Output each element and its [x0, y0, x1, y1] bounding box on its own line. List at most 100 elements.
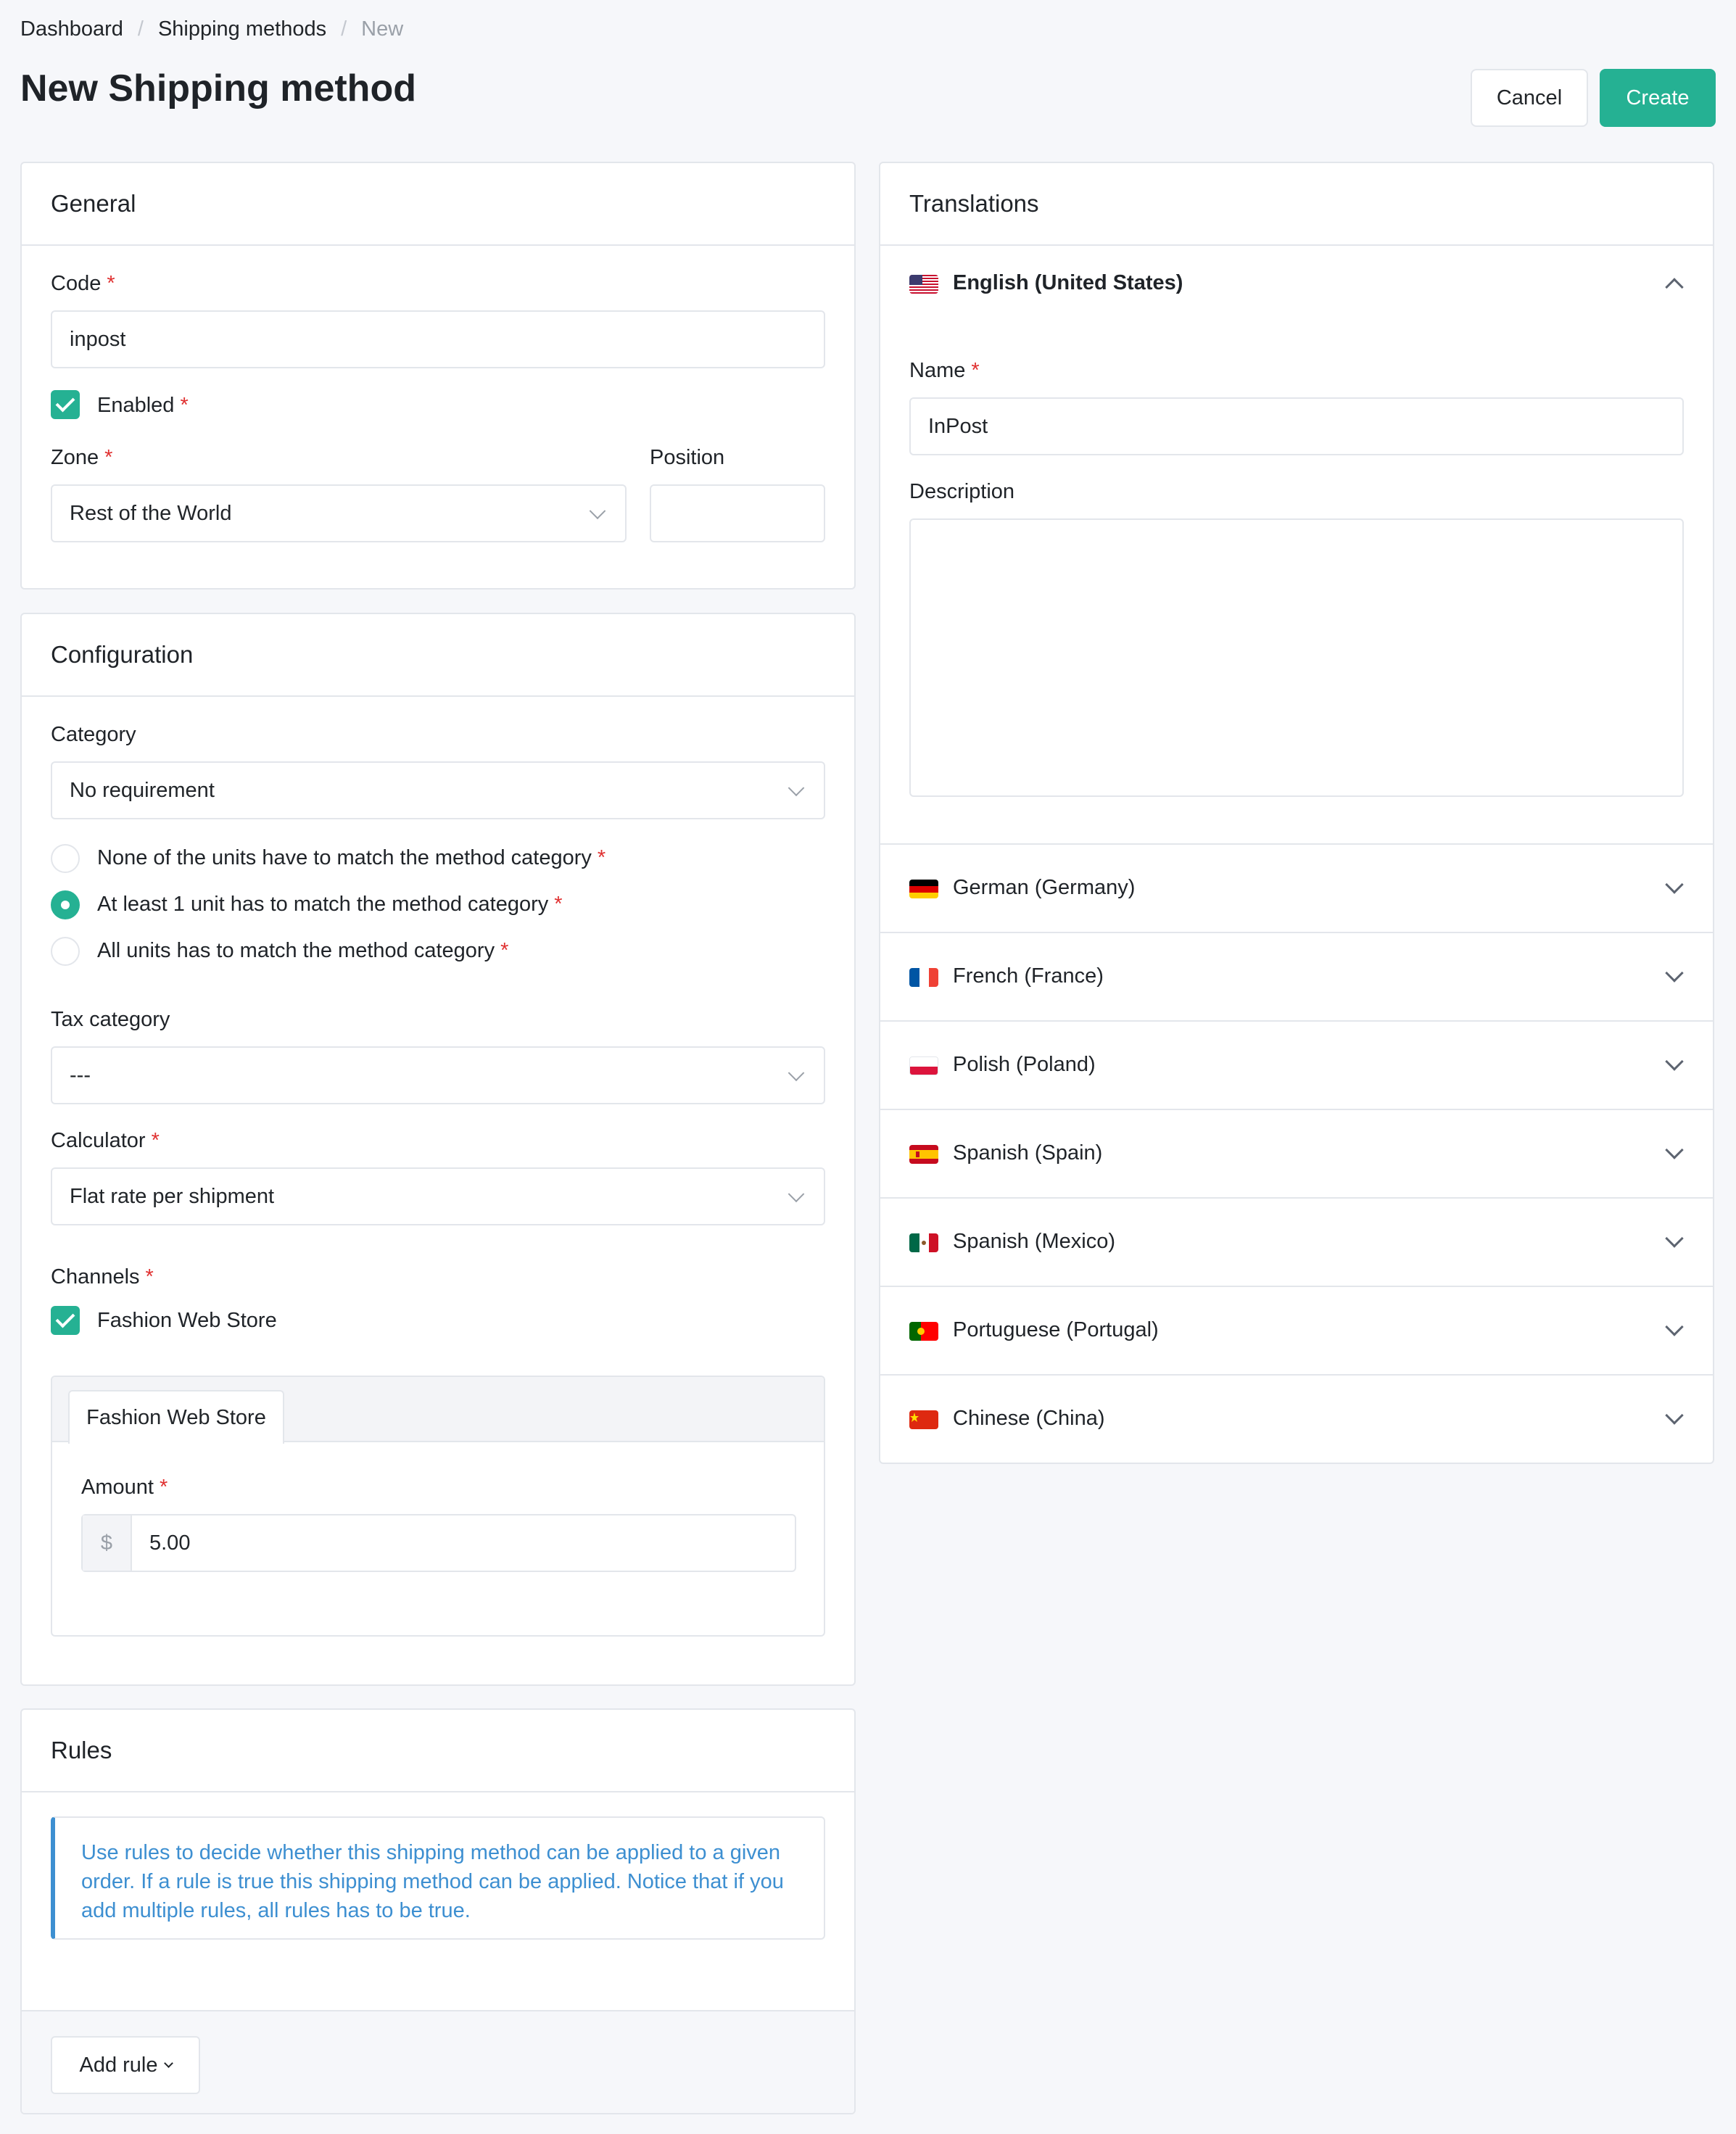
- category-select-value: No requirement: [70, 778, 215, 802]
- mx-flag-icon: [909, 1233, 938, 1252]
- position-input[interactable]: [650, 484, 825, 542]
- locale-row-spanish-spain[interactable]: Spanish (Spain): [880, 1109, 1713, 1197]
- name-input[interactable]: InPost: [909, 397, 1684, 455]
- chevron-down-icon: [788, 1064, 805, 1082]
- breadcrumb-separator: /: [137, 17, 144, 41]
- category-requirement-all-radio[interactable]: [51, 937, 80, 966]
- rules-card: Rules Use rules to decide whether this s…: [20, 1708, 856, 2114]
- option-text: At least 1 unit has to match the method …: [97, 893, 549, 916]
- chevron-down-icon: [163, 2058, 173, 2068]
- tax-category-label: Tax category: [51, 1008, 170, 1031]
- add-rule-button[interactable]: Add rule: [51, 2036, 200, 2094]
- chevron-up-icon: [1665, 278, 1684, 297]
- code-label-text: Code: [51, 272, 102, 295]
- fr-flag-icon: [909, 968, 938, 987]
- calculator-select-value: Flat rate per shipment: [70, 1184, 275, 1208]
- configuration-card: Configuration Category No requirement No…: [20, 613, 856, 1686]
- category-select[interactable]: No requirement: [51, 761, 825, 819]
- required-marker: *: [500, 939, 509, 962]
- chevron-down-icon: [589, 503, 606, 520]
- enabled-checkbox[interactable]: [51, 390, 80, 419]
- locale-row-french[interactable]: French (France): [880, 932, 1713, 1020]
- chevron-down-icon: [1665, 1052, 1684, 1071]
- category-requirement-none-radio[interactable]: [51, 844, 80, 873]
- locale-label: Spanish (Spain): [953, 1141, 1103, 1165]
- chevron-down-icon: [788, 1186, 805, 1203]
- general-card: General Code * inpost Enabled * Zone * Rest…: [20, 162, 856, 590]
- calculator-label-text: Calculator: [51, 1129, 146, 1152]
- general-card-title: General: [22, 163, 854, 246]
- chevron-down-icon: [1665, 1229, 1684, 1248]
- breadcrumb-shipping-methods[interactable]: Shipping methods: [158, 17, 326, 41]
- enabled-label: Enabled *: [97, 394, 189, 418]
- locale-label: German (Germany): [953, 876, 1136, 899]
- us-flag-icon: [909, 275, 938, 294]
- required-marker: *: [597, 846, 606, 869]
- enabled-label-text: Enabled: [97, 394, 175, 417]
- channel-tab-label: Fashion Web Store: [86, 1405, 266, 1429]
- pt-flag-icon: [909, 1322, 938, 1341]
- locale-row-spanish-mexico[interactable]: Spanish (Mexico): [880, 1197, 1713, 1286]
- amount-label-text: Amount: [81, 1476, 154, 1499]
- description-textarea[interactable]: [909, 518, 1684, 797]
- configuration-card-title: Configuration: [22, 614, 854, 697]
- code-input[interactable]: inpost: [51, 310, 825, 368]
- position-label: Position: [650, 446, 725, 469]
- translations-card: Translations English (United States) Nam…: [879, 162, 1714, 1464]
- amount-input-group: $ 5.00: [81, 1514, 796, 1572]
- chevron-down-icon: [1665, 964, 1684, 983]
- locale-label-english: English (United States): [953, 271, 1183, 294]
- breadcrumb-dashboard[interactable]: Dashboard: [20, 17, 123, 41]
- option-text: All units has to match the method catego…: [97, 939, 495, 962]
- required-marker: *: [554, 893, 563, 916]
- locale-label: Portuguese (Portugal): [953, 1318, 1159, 1341]
- category-requirement-none-label: None of the units have to match the meth…: [97, 846, 605, 870]
- rules-info-alert: Use rules to decide whether this shippin…: [51, 1816, 825, 1940]
- channels-label: Channels *: [51, 1265, 154, 1289]
- locale-row-portuguese[interactable]: Portuguese (Portugal): [880, 1286, 1713, 1374]
- breadcrumb: Dashboard / Shipping methods / New: [20, 17, 403, 41]
- calculator-select[interactable]: Flat rate per shipment: [51, 1167, 825, 1225]
- rules-info-text: Use rules to decide whether this shippin…: [81, 1841, 784, 1922]
- code-label: Code *: [51, 272, 115, 296]
- locale-row-english[interactable]: English (United States): [880, 246, 1713, 318]
- calculator-label: Calculator *: [51, 1129, 160, 1153]
- description-label: Description: [909, 480, 1015, 503]
- locale-label: Chinese (China): [953, 1407, 1105, 1430]
- locale-label: Polish (Poland): [953, 1053, 1096, 1076]
- zone-label-text: Zone: [51, 446, 99, 469]
- tax-category-select[interactable]: ---: [51, 1046, 825, 1104]
- create-button[interactable]: Create: [1600, 69, 1716, 127]
- locale-label: Spanish (Mexico): [953, 1230, 1116, 1253]
- name-label: Name *: [909, 359, 980, 383]
- translations-card-title: Translations: [880, 163, 1713, 246]
- category-requirement-any-label: At least 1 unit has to match the method …: [97, 893, 563, 917]
- required-marker: *: [971, 359, 980, 382]
- chevron-down-icon: [1665, 1318, 1684, 1336]
- locale-row-german[interactable]: German (Germany): [880, 843, 1713, 932]
- chevron-down-icon: [1665, 1141, 1684, 1159]
- channel-checkbox-label: Fashion Web Store: [97, 1309, 277, 1332]
- amount-input[interactable]: 5.00: [132, 1515, 795, 1571]
- cancel-button[interactable]: Cancel: [1471, 69, 1588, 127]
- zone-label: Zone *: [51, 446, 112, 470]
- zone-select[interactable]: Rest of the World: [51, 484, 627, 542]
- category-requirement-all-label: All units has to match the method catego…: [97, 939, 508, 963]
- currency-addon: $: [83, 1515, 132, 1571]
- page-title: New Shipping method: [20, 67, 416, 109]
- zone-select-value: Rest of the World: [70, 501, 232, 525]
- locale-row-polish[interactable]: Polish (Poland): [880, 1020, 1713, 1109]
- locale-row-chinese[interactable]: Chinese (China): [880, 1374, 1713, 1463]
- channel-tab[interactable]: Fashion Web Store: [68, 1390, 284, 1444]
- channel-checkbox[interactable]: [51, 1306, 80, 1335]
- channels-label-text: Channels: [51, 1265, 140, 1289]
- required-marker: *: [159, 1476, 168, 1499]
- required-marker: *: [151, 1129, 160, 1152]
- category-requirement-any-radio[interactable]: [51, 890, 80, 919]
- add-rule-label: Add rule: [79, 2053, 158, 2077]
- chevron-down-icon: [1665, 875, 1684, 894]
- breadcrumb-current: New: [361, 17, 404, 41]
- de-flag-icon: [909, 880, 938, 898]
- pl-flag-icon: [909, 1056, 938, 1075]
- channel-config-panel: Fashion Web Store Amount * $ 5.00: [51, 1376, 825, 1637]
